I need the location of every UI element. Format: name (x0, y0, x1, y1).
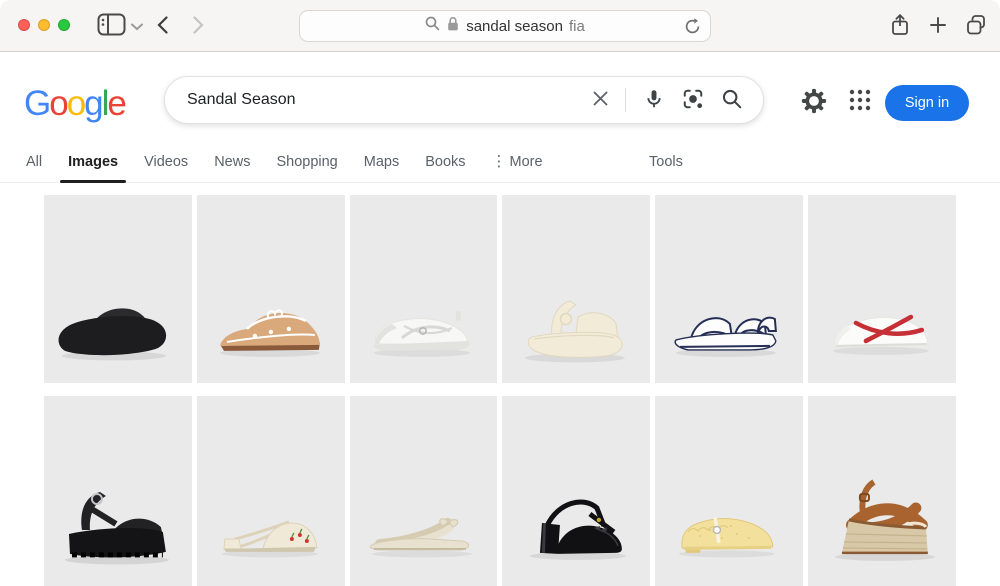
lens-search-button[interactable] (682, 88, 704, 113)
plus-icon (930, 17, 946, 36)
image-result-cherry-embroidered-mule[interactable] (197, 396, 345, 586)
safari-window: sandal season fia Google (0, 0, 1000, 586)
google-apps-button[interactable] (848, 88, 872, 115)
close-window-button[interactable] (18, 19, 30, 31)
forward-icon (193, 16, 204, 37)
logo-letter: g (84, 84, 101, 123)
more-dots-icon: ⋮ (492, 141, 507, 183)
url-completion-text: fia (569, 18, 585, 35)
url-query-text: sandal season (466, 18, 563, 35)
tab-books[interactable]: Books (425, 141, 465, 183)
google-logo[interactable]: Google (24, 84, 125, 124)
tab-overview-button[interactable] (964, 14, 988, 38)
traffic-lights (18, 19, 70, 31)
more-label: More (510, 141, 543, 183)
image-result-white-mary-jane[interactable] (350, 195, 498, 383)
google-images-page: Google (0, 53, 1000, 586)
tab-news[interactable]: News (214, 141, 250, 183)
voice-search-button[interactable] (643, 88, 665, 113)
zoom-window-button[interactable] (58, 19, 70, 31)
tab-shopping[interactable]: Shopping (276, 141, 337, 183)
search-input[interactable] (165, 91, 593, 109)
tab-maps[interactable]: Maps (364, 141, 399, 183)
tab-more[interactable]: ⋮ More (492, 141, 543, 183)
logo-letter: G (24, 84, 49, 123)
logo-letter: e (107, 84, 124, 123)
tab-videos[interactable]: Videos (144, 141, 188, 183)
google-lens-icon (682, 88, 704, 113)
reload-icon (684, 18, 701, 38)
logo-letter: o (49, 84, 66, 123)
browser-toolbar: sandal season fia (0, 0, 1000, 52)
image-result-woven-boat-mule[interactable] (197, 195, 345, 383)
image-results-grid (44, 195, 956, 586)
image-result-white-navy-sport-sandal[interactable] (655, 195, 803, 383)
share-icon (890, 13, 910, 40)
address-bar[interactable]: sandal season fia (299, 10, 711, 42)
sidebar-icon (97, 13, 126, 39)
image-result-black-slingback-heel[interactable] (502, 396, 650, 586)
microphone-icon (643, 88, 665, 113)
image-result-cream-platform-sandal[interactable] (502, 195, 650, 383)
share-button[interactable] (888, 13, 912, 39)
chevron-down-icon (131, 19, 143, 34)
forward-button[interactable] (190, 15, 206, 37)
sign-in-button[interactable]: Sign in (885, 85, 969, 121)
image-result-linen-thong-sandal[interactable] (350, 396, 498, 586)
clear-search-button[interactable] (593, 91, 608, 109)
logo-letter: o (67, 84, 84, 123)
search-icon (425, 16, 440, 36)
tab-images[interactable]: Images (68, 141, 118, 183)
close-icon (593, 91, 608, 109)
result-tabs: All Images Videos News Shopping Maps Boo… (0, 141, 1000, 183)
settings-button[interactable] (801, 88, 827, 117)
lock-icon (446, 16, 460, 37)
search-submit-button[interactable] (721, 88, 743, 113)
image-result-white-flat-red-strap[interactable] (808, 195, 956, 383)
search-divider (625, 88, 626, 112)
reload-button[interactable] (684, 18, 701, 38)
tab-all[interactable]: All (26, 141, 42, 183)
tabs-overview-icon (965, 14, 987, 39)
sidebar-button[interactable] (95, 14, 127, 38)
minimize-window-button[interactable] (38, 19, 50, 31)
image-result-black-platform-ankle-sandal[interactable] (44, 396, 192, 586)
search-box (164, 76, 764, 124)
image-result-black-platform-slide[interactable] (44, 195, 192, 383)
sidebar-menu-chevron[interactable] (130, 20, 144, 32)
apps-grid-icon (848, 88, 872, 115)
search-icon (721, 88, 743, 113)
back-button[interactable] (154, 15, 170, 37)
new-tab-button[interactable] (929, 17, 947, 35)
image-result-tan-espadrille-wedge[interactable] (808, 396, 956, 586)
back-icon (157, 16, 168, 37)
gear-icon (801, 88, 827, 117)
tools-button[interactable]: Tools (649, 141, 683, 183)
image-result-yellow-lace-flat[interactable] (655, 396, 803, 586)
